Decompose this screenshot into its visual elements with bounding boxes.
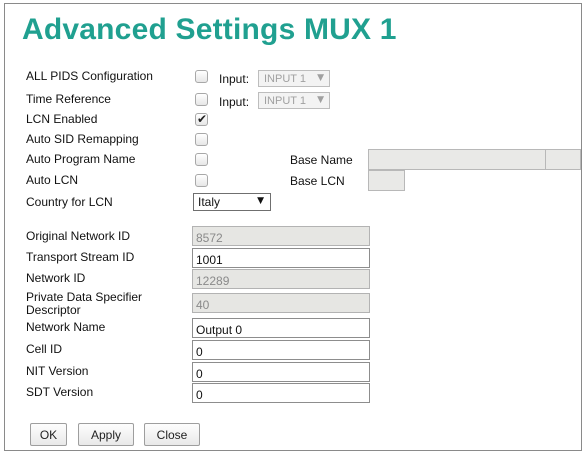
chevron-down-icon: ▼ xyxy=(317,73,324,83)
close-button[interactable]: Close xyxy=(144,423,200,446)
network-name-input[interactable] xyxy=(192,318,370,338)
network-name-label: Network Name xyxy=(26,320,106,334)
time-reference-input-select[interactable]: INPUT 1 ▼ xyxy=(258,92,330,109)
network-id-input[interactable] xyxy=(192,269,370,289)
auto-lcn-checkbox[interactable] xyxy=(195,174,208,187)
original-network-id-label: Original Network ID xyxy=(26,229,131,243)
auto-lcn-label: Auto LCN xyxy=(26,173,79,187)
time-reference-input-label: Input: xyxy=(219,95,250,109)
time-reference-label: Time Reference xyxy=(26,92,111,106)
network-id-label: Network ID xyxy=(26,271,86,285)
all-pids-label: ALL PIDS Configuration xyxy=(26,69,153,83)
all-pids-input-label: Input: xyxy=(219,72,250,86)
original-network-id-input[interactable] xyxy=(192,226,370,246)
transport-stream-id-input[interactable] xyxy=(192,248,370,268)
base-name-suffix-input[interactable] xyxy=(545,149,581,170)
all-pids-input-select[interactable]: INPUT 1 ▼ xyxy=(258,70,330,87)
base-lcn-input[interactable] xyxy=(368,170,405,191)
country-lcn-value: Italy xyxy=(198,195,221,209)
base-name-label: Base Name xyxy=(290,153,353,167)
auto-program-name-label: Auto Program Name xyxy=(26,152,136,166)
all-pids-checkbox[interactable] xyxy=(195,70,208,83)
time-reference-checkbox[interactable] xyxy=(195,93,208,106)
ok-button[interactable]: OK xyxy=(30,423,67,446)
sdt-version-label: SDT Version xyxy=(26,385,94,399)
lcn-enabled-checkbox[interactable]: ✔ xyxy=(195,112,208,126)
base-lcn-label: Base LCN xyxy=(290,174,345,188)
private-data-specifier-label: Private Data Specifier Descriptor xyxy=(26,290,143,317)
auto-sid-checkbox[interactable] xyxy=(195,133,208,146)
cell-id-input[interactable] xyxy=(192,340,370,360)
base-name-input[interactable] xyxy=(368,149,546,170)
country-lcn-select[interactable]: Italy ▼ xyxy=(193,193,271,211)
auto-sid-label: Auto SID Remapping xyxy=(26,132,139,146)
nit-version-input[interactable] xyxy=(192,362,370,382)
sdt-version-input[interactable] xyxy=(192,383,370,403)
time-reference-input-value: INPUT 1 xyxy=(264,95,306,107)
all-pids-input-value: INPUT 1 xyxy=(264,73,306,85)
country-lcn-label: Country for LCN xyxy=(26,195,113,209)
lcn-enabled-label: LCN Enabled xyxy=(26,112,98,126)
private-data-specifier-input[interactable] xyxy=(192,293,370,313)
transport-stream-id-label: Transport Stream ID xyxy=(26,250,135,264)
nit-version-label: NIT Version xyxy=(26,364,89,378)
apply-button[interactable]: Apply xyxy=(78,423,134,446)
auto-program-name-checkbox[interactable] xyxy=(195,153,208,166)
checkmark-icon: ✔ xyxy=(197,112,208,126)
chevron-down-icon: ▼ xyxy=(317,95,324,105)
cell-id-label: Cell ID xyxy=(26,342,63,356)
page-title: Advanced Settings MUX 1 xyxy=(22,13,397,46)
chevron-down-icon: ▼ xyxy=(257,196,264,206)
